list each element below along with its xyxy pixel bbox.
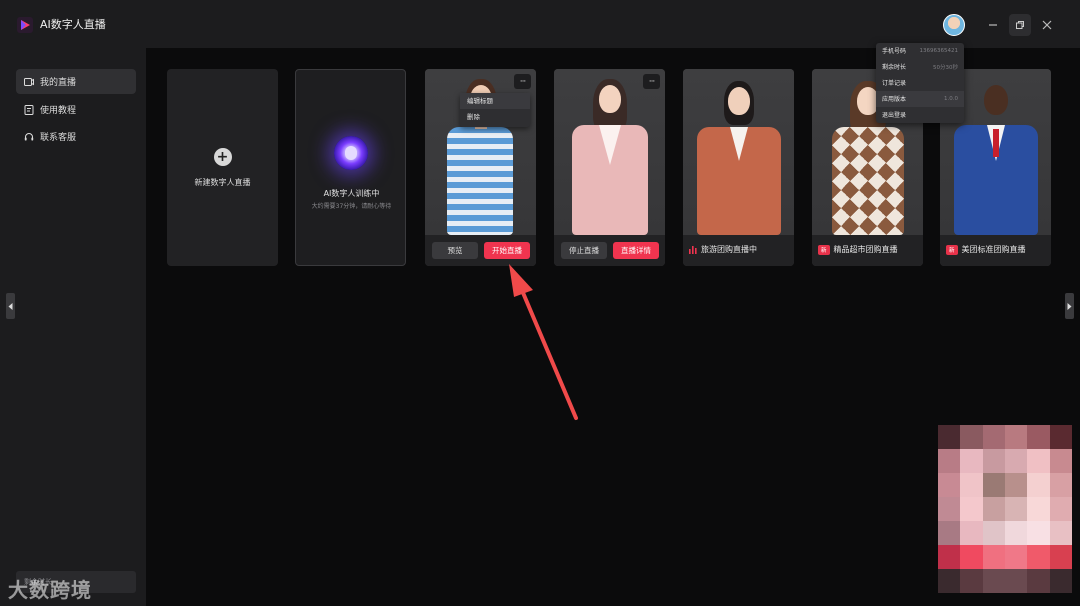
mosaic-tile xyxy=(1049,425,1072,449)
pixelated-preview xyxy=(938,425,1072,593)
mosaic-tile xyxy=(1005,545,1028,569)
mosaic-tile xyxy=(1049,473,1072,497)
mosaic-tile xyxy=(982,521,1005,545)
mosaic-tile xyxy=(982,473,1005,497)
mosaic-tile xyxy=(1027,521,1050,545)
mosaic-tile xyxy=(960,545,983,569)
mosaic-tile xyxy=(1049,497,1072,521)
mosaic-tile xyxy=(960,425,983,449)
mosaic-tile xyxy=(1005,425,1028,449)
mosaic-tile xyxy=(1027,569,1050,593)
mosaic-tile xyxy=(938,449,961,473)
mosaic-tile xyxy=(1049,521,1072,545)
mosaic-tile xyxy=(1049,569,1072,593)
mosaic-tile xyxy=(1005,497,1028,521)
mosaic-tile xyxy=(960,473,983,497)
mosaic-tile xyxy=(982,497,1005,521)
mosaic-tile xyxy=(982,545,1005,569)
mosaic-tile xyxy=(1027,449,1050,473)
mosaic-tile xyxy=(1027,473,1050,497)
mosaic-tile xyxy=(938,497,961,521)
mosaic-tile xyxy=(960,569,983,593)
mosaic-tile xyxy=(1005,473,1028,497)
watermark-text: 大数跨境 xyxy=(8,578,92,602)
mosaic-tile xyxy=(1005,569,1028,593)
mosaic-tile xyxy=(1027,425,1050,449)
mosaic-tile xyxy=(1027,497,1050,521)
mosaic-tile xyxy=(960,521,983,545)
mosaic-tile xyxy=(1005,449,1028,473)
annotation-arrow-icon xyxy=(509,264,578,420)
mosaic-tile xyxy=(938,473,961,497)
mosaic-tile xyxy=(938,545,961,569)
mosaic-tile xyxy=(982,569,1005,593)
mosaic-tile xyxy=(938,425,961,449)
mosaic-tile xyxy=(1049,449,1072,473)
mosaic-tile xyxy=(938,521,961,545)
mosaic-tile xyxy=(982,425,1005,449)
mosaic-tile xyxy=(982,449,1005,473)
mosaic-tile xyxy=(960,497,983,521)
mosaic-tile xyxy=(1049,545,1072,569)
mosaic-tile xyxy=(960,449,983,473)
mosaic-tile xyxy=(938,569,961,593)
mosaic-tile xyxy=(1005,521,1028,545)
app-window: AI数字人直播 我的直播 使用教程 联系客服 剩余时长 + 新建数字人直播 AI… xyxy=(0,0,1080,606)
mosaic-tile xyxy=(1027,545,1050,569)
